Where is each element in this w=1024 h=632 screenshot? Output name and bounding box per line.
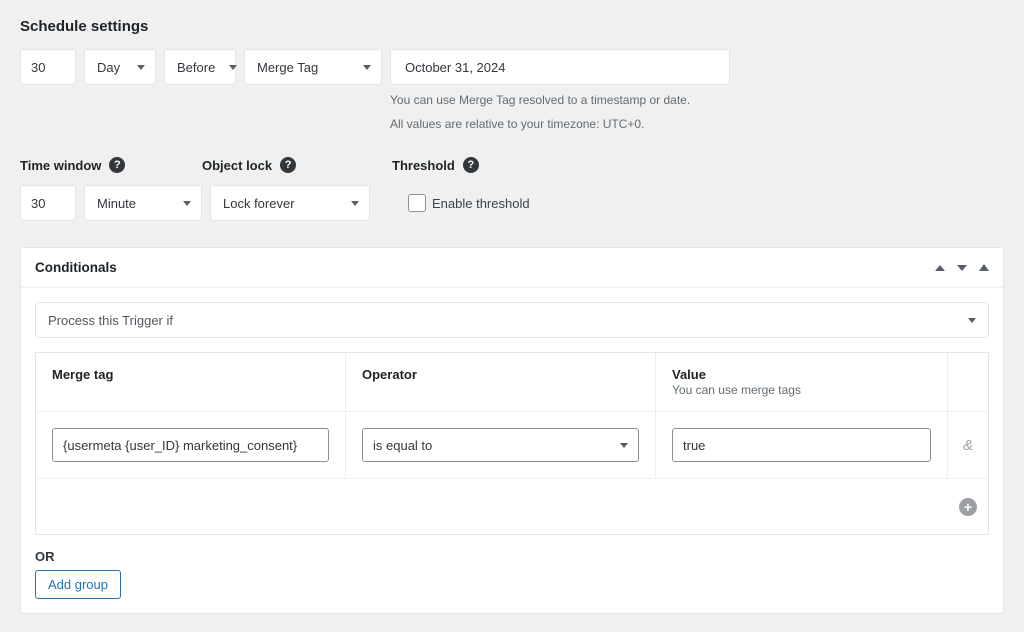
col-header-operator: Operator [346,353,656,412]
or-label: OR [35,549,989,564]
conditionals-body: Process this Trigger if Merge tag Operat… [21,288,1003,613]
spacer-row [36,478,948,534]
schedule-row: Day Before Merge Tag October 31, 2024 Yo… [20,49,1004,133]
offset-unit-label: Day [97,60,120,75]
time-window-unit-label: Minute [97,196,136,211]
page-title: Schedule settings [20,18,1004,35]
help-icon[interactable]: ? [109,157,125,173]
add-condition-button[interactable]: + [948,478,988,534]
value-input[interactable] [672,428,931,462]
chevron-down-icon [229,65,237,70]
chevron-down-icon [620,443,628,448]
chevron-down-icon [183,201,191,206]
plus-icon: + [959,498,977,516]
chevron-down-icon [351,201,359,206]
time-window-value-input[interactable] [20,185,76,221]
cell-operator: is equal to [346,412,656,478]
offset-unit-select[interactable]: Day [84,49,156,85]
time-window-label: Time window ? [20,157,202,173]
cell-merge-tag [36,412,346,478]
hint-merge-tag: You can use Merge Tag resolved to a time… [390,91,730,109]
enable-threshold-checkbox[interactable] [408,194,426,212]
date-column: October 31, 2024 You can use Merge Tag r… [390,49,730,133]
add-group-button[interactable]: Add group [35,570,121,599]
operator-select[interactable]: is equal to [362,428,639,462]
chevron-down-icon [363,65,371,70]
direction-select[interactable]: Before [164,49,236,85]
conditionals-title: Conditionals [35,260,117,275]
col-header-value: Value You can use merge tags [656,353,948,412]
object-lock-selected: Lock forever [223,196,295,211]
mode-select[interactable]: Merge Tag [244,49,382,85]
help-icon[interactable]: ? [280,157,296,173]
chevron-down-icon [137,65,145,70]
conditionals-header: Conditionals [21,248,1003,288]
cell-value [656,412,948,478]
hint-timezone: All values are relative to your timezone… [390,115,730,133]
or-row: OR Add group [35,535,989,599]
sub-inputs-row: Minute Lock forever Enable threshold [20,185,1004,221]
collapse-icon[interactable] [979,264,989,271]
and-button[interactable]: & [948,412,988,478]
merge-tag-input[interactable] [52,428,329,462]
chevron-down-icon [968,318,976,323]
object-lock-select[interactable]: Lock forever [210,185,370,221]
date-input[interactable]: October 31, 2024 [390,49,730,85]
time-window-unit-select[interactable]: Minute [84,185,202,221]
help-icon[interactable]: ? [463,157,479,173]
enable-threshold-label: Enable threshold [432,196,530,211]
move-down-icon[interactable] [957,265,967,271]
move-up-icon[interactable] [935,265,945,271]
direction-label: Before [177,60,215,75]
offset-value-input[interactable] [20,49,76,85]
mode-label: Merge Tag [257,60,318,75]
sub-labels-row: Time window ? Object lock ? Threshold ? [20,157,1004,173]
conditionals-mode-select[interactable]: Process this Trigger if [35,302,989,338]
conditionals-table: Merge tag Operator Value You can use mer… [35,352,989,535]
col-header-merge-tag: Merge tag [36,353,346,412]
col-header-actions [948,353,988,412]
threshold-label: Threshold ? [392,157,1004,173]
conditionals-panel: Conditionals Process this Trigger if Mer… [20,247,1004,614]
object-lock-label: Object lock ? [202,157,392,173]
